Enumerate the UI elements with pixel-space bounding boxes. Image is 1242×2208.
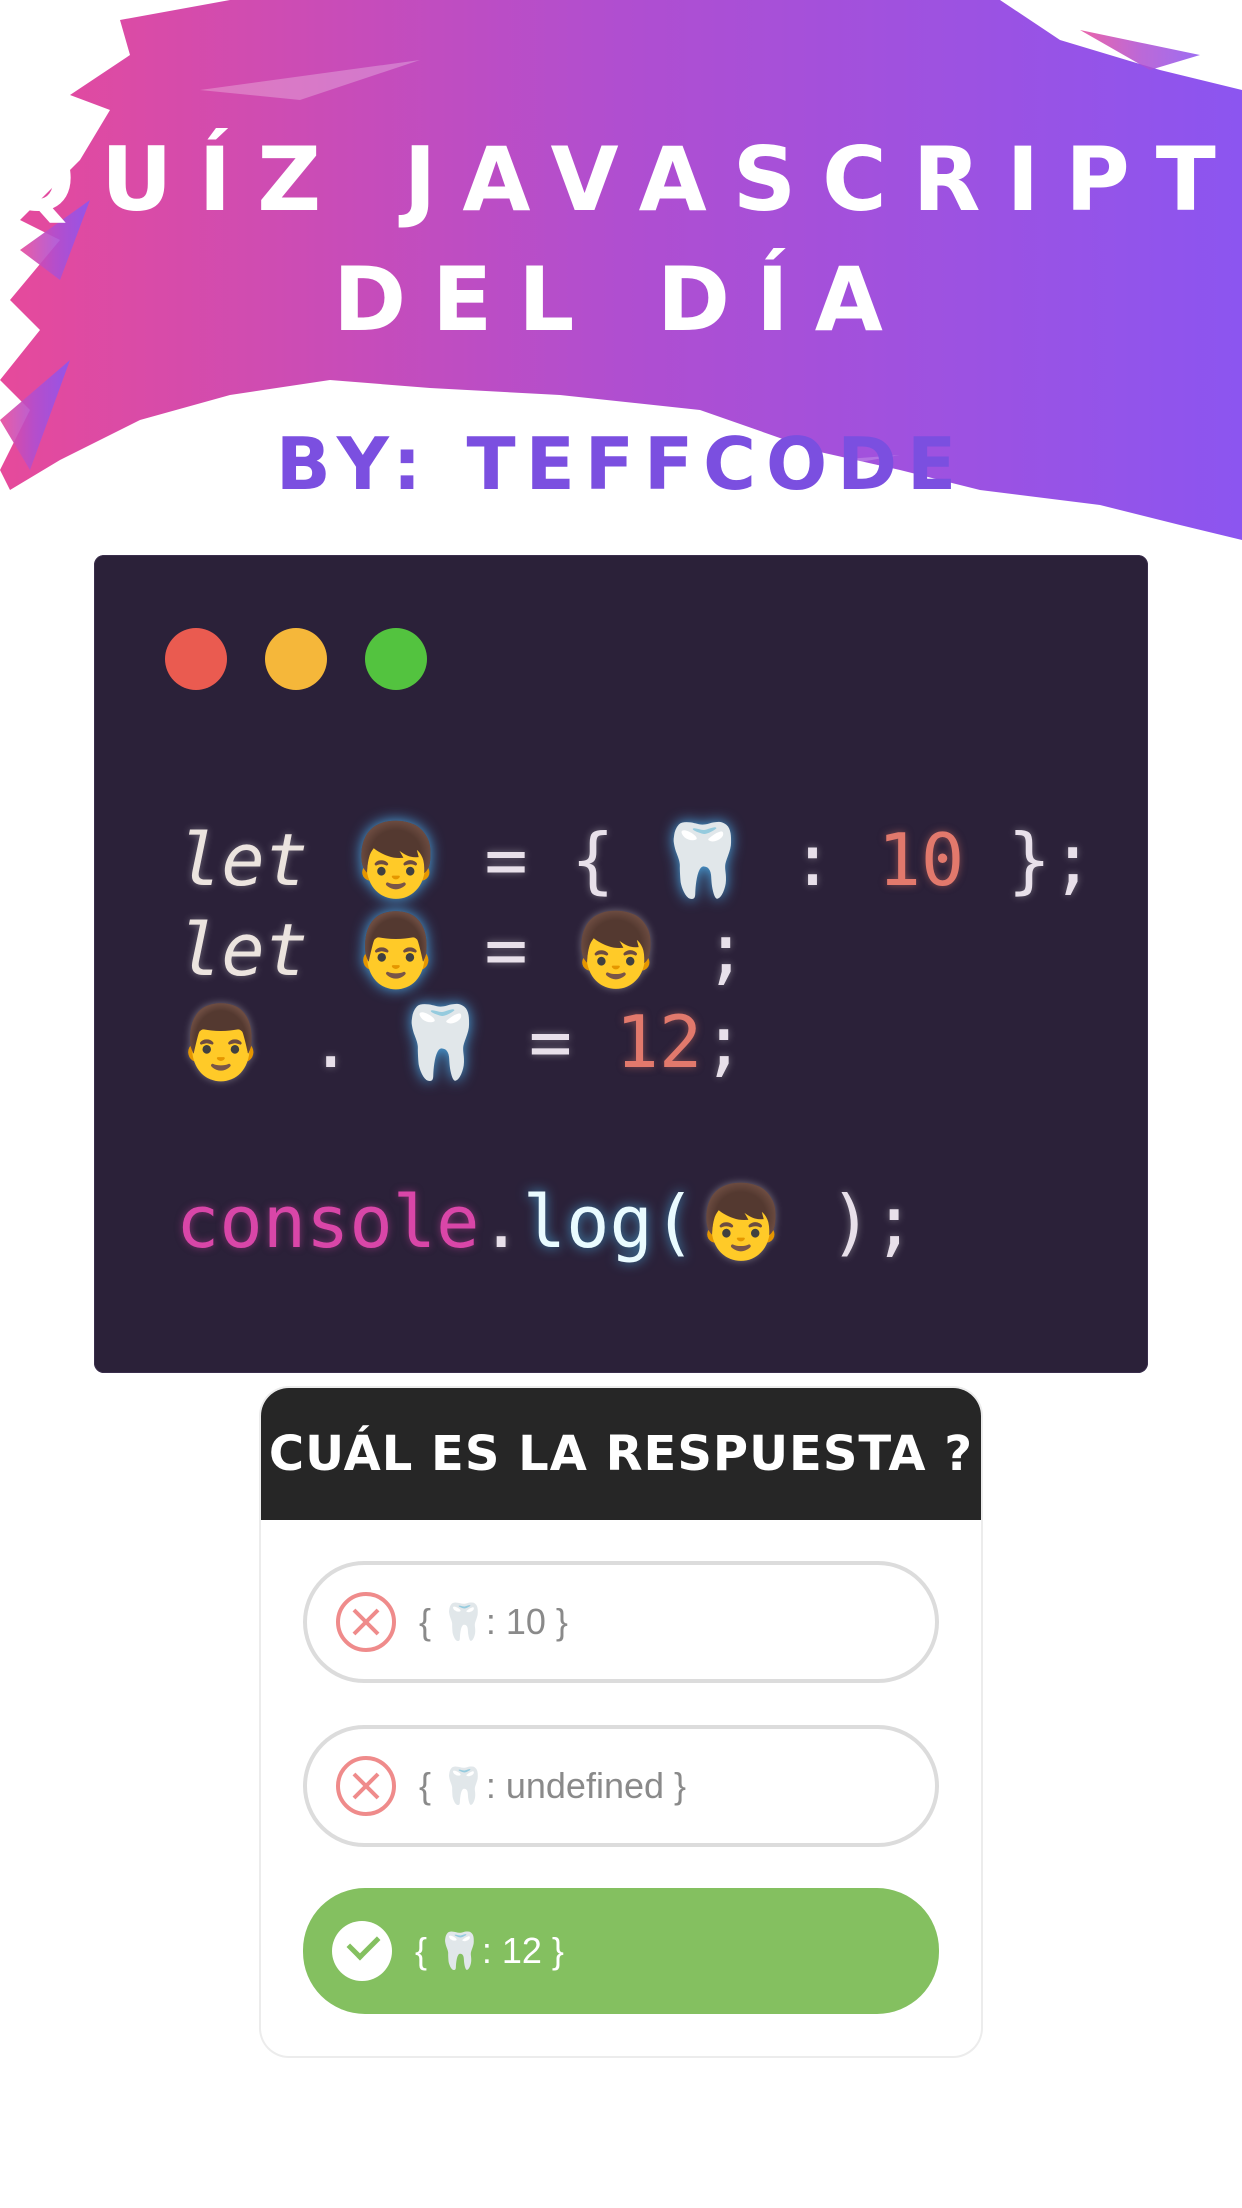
number-literal: 12 — [615, 1000, 703, 1084]
log-method: log( — [522, 1180, 697, 1264]
closing-paren: ); — [829, 1180, 916, 1264]
closing-brace: }; — [1007, 818, 1095, 902]
semicolon: ; — [704, 908, 748, 992]
dot-operator: . — [309, 1000, 353, 1084]
boy-emoji-icon: 👦 — [696, 1180, 786, 1264]
code-line-1: let 👦 = { 🦷 : 10 }; — [178, 818, 1094, 903]
quiz-option-3-correct[interactable]: { 🦷: 12 } — [303, 1888, 939, 2014]
checkmark-icon — [332, 1921, 392, 1981]
option-label: { 🦷: 12 } — [415, 1930, 564, 1971]
window-minimize-dot — [265, 628, 327, 690]
colon: : — [790, 818, 835, 902]
operator: = — [528, 1000, 573, 1084]
dot-operator: . — [479, 1180, 523, 1264]
window-maximize-dot — [365, 628, 427, 690]
title-line-1: QUÍZ JAVASCRIPT — [0, 128, 1242, 231]
tooth-emoji-icon: 🦷 — [657, 818, 748, 902]
man-emoji-icon: 👨 — [351, 908, 442, 992]
header-banner: QUÍZ JAVASCRIPT DEL DÍA BY: TEFFCODE — [0, 0, 1242, 540]
operator: = { — [484, 818, 615, 902]
semicolon: ; — [702, 1000, 746, 1084]
code-line-2: let 👨 = 👦 ; — [178, 908, 748, 993]
keyword-let: let — [178, 908, 309, 992]
tooth-emoji-icon: 🦷 — [395, 1000, 486, 1084]
keyword-let: let — [178, 818, 309, 902]
wrong-answer-icon — [336, 1592, 396, 1652]
code-line-3: 👨 . 🦷 = 12; — [176, 1000, 746, 1085]
man-emoji-icon: 👨 — [176, 1000, 266, 1084]
wrong-answer-icon — [336, 1756, 396, 1816]
quiz-sticker: CUÁL ES LA RESPUESTA ? { 🦷: 10 } { 🦷: un… — [261, 1388, 981, 2056]
code-line-4: console.log(👦 ); — [176, 1180, 916, 1265]
number-literal: 10 — [877, 818, 965, 902]
boy-emoji-icon: 👦 — [571, 908, 661, 992]
quiz-option-2[interactable]: { 🦷: undefined } — [303, 1725, 939, 1847]
console-object: console — [176, 1180, 480, 1264]
window-close-dot — [165, 628, 227, 690]
quiz-option-1[interactable]: { 🦷: 10 } — [303, 1561, 939, 1683]
operator: = — [484, 908, 528, 992]
option-label: { 🦷: undefined } — [419, 1765, 687, 1806]
option-label: { 🦷: 10 } — [419, 1601, 568, 1642]
author-byline: BY: TEFFCODE — [275, 422, 967, 506]
boy-emoji-icon: 👦 — [351, 818, 442, 902]
title-line-2: DEL DÍA — [333, 248, 909, 351]
quiz-question: CUÁL ES LA RESPUESTA ? — [261, 1388, 981, 1520]
